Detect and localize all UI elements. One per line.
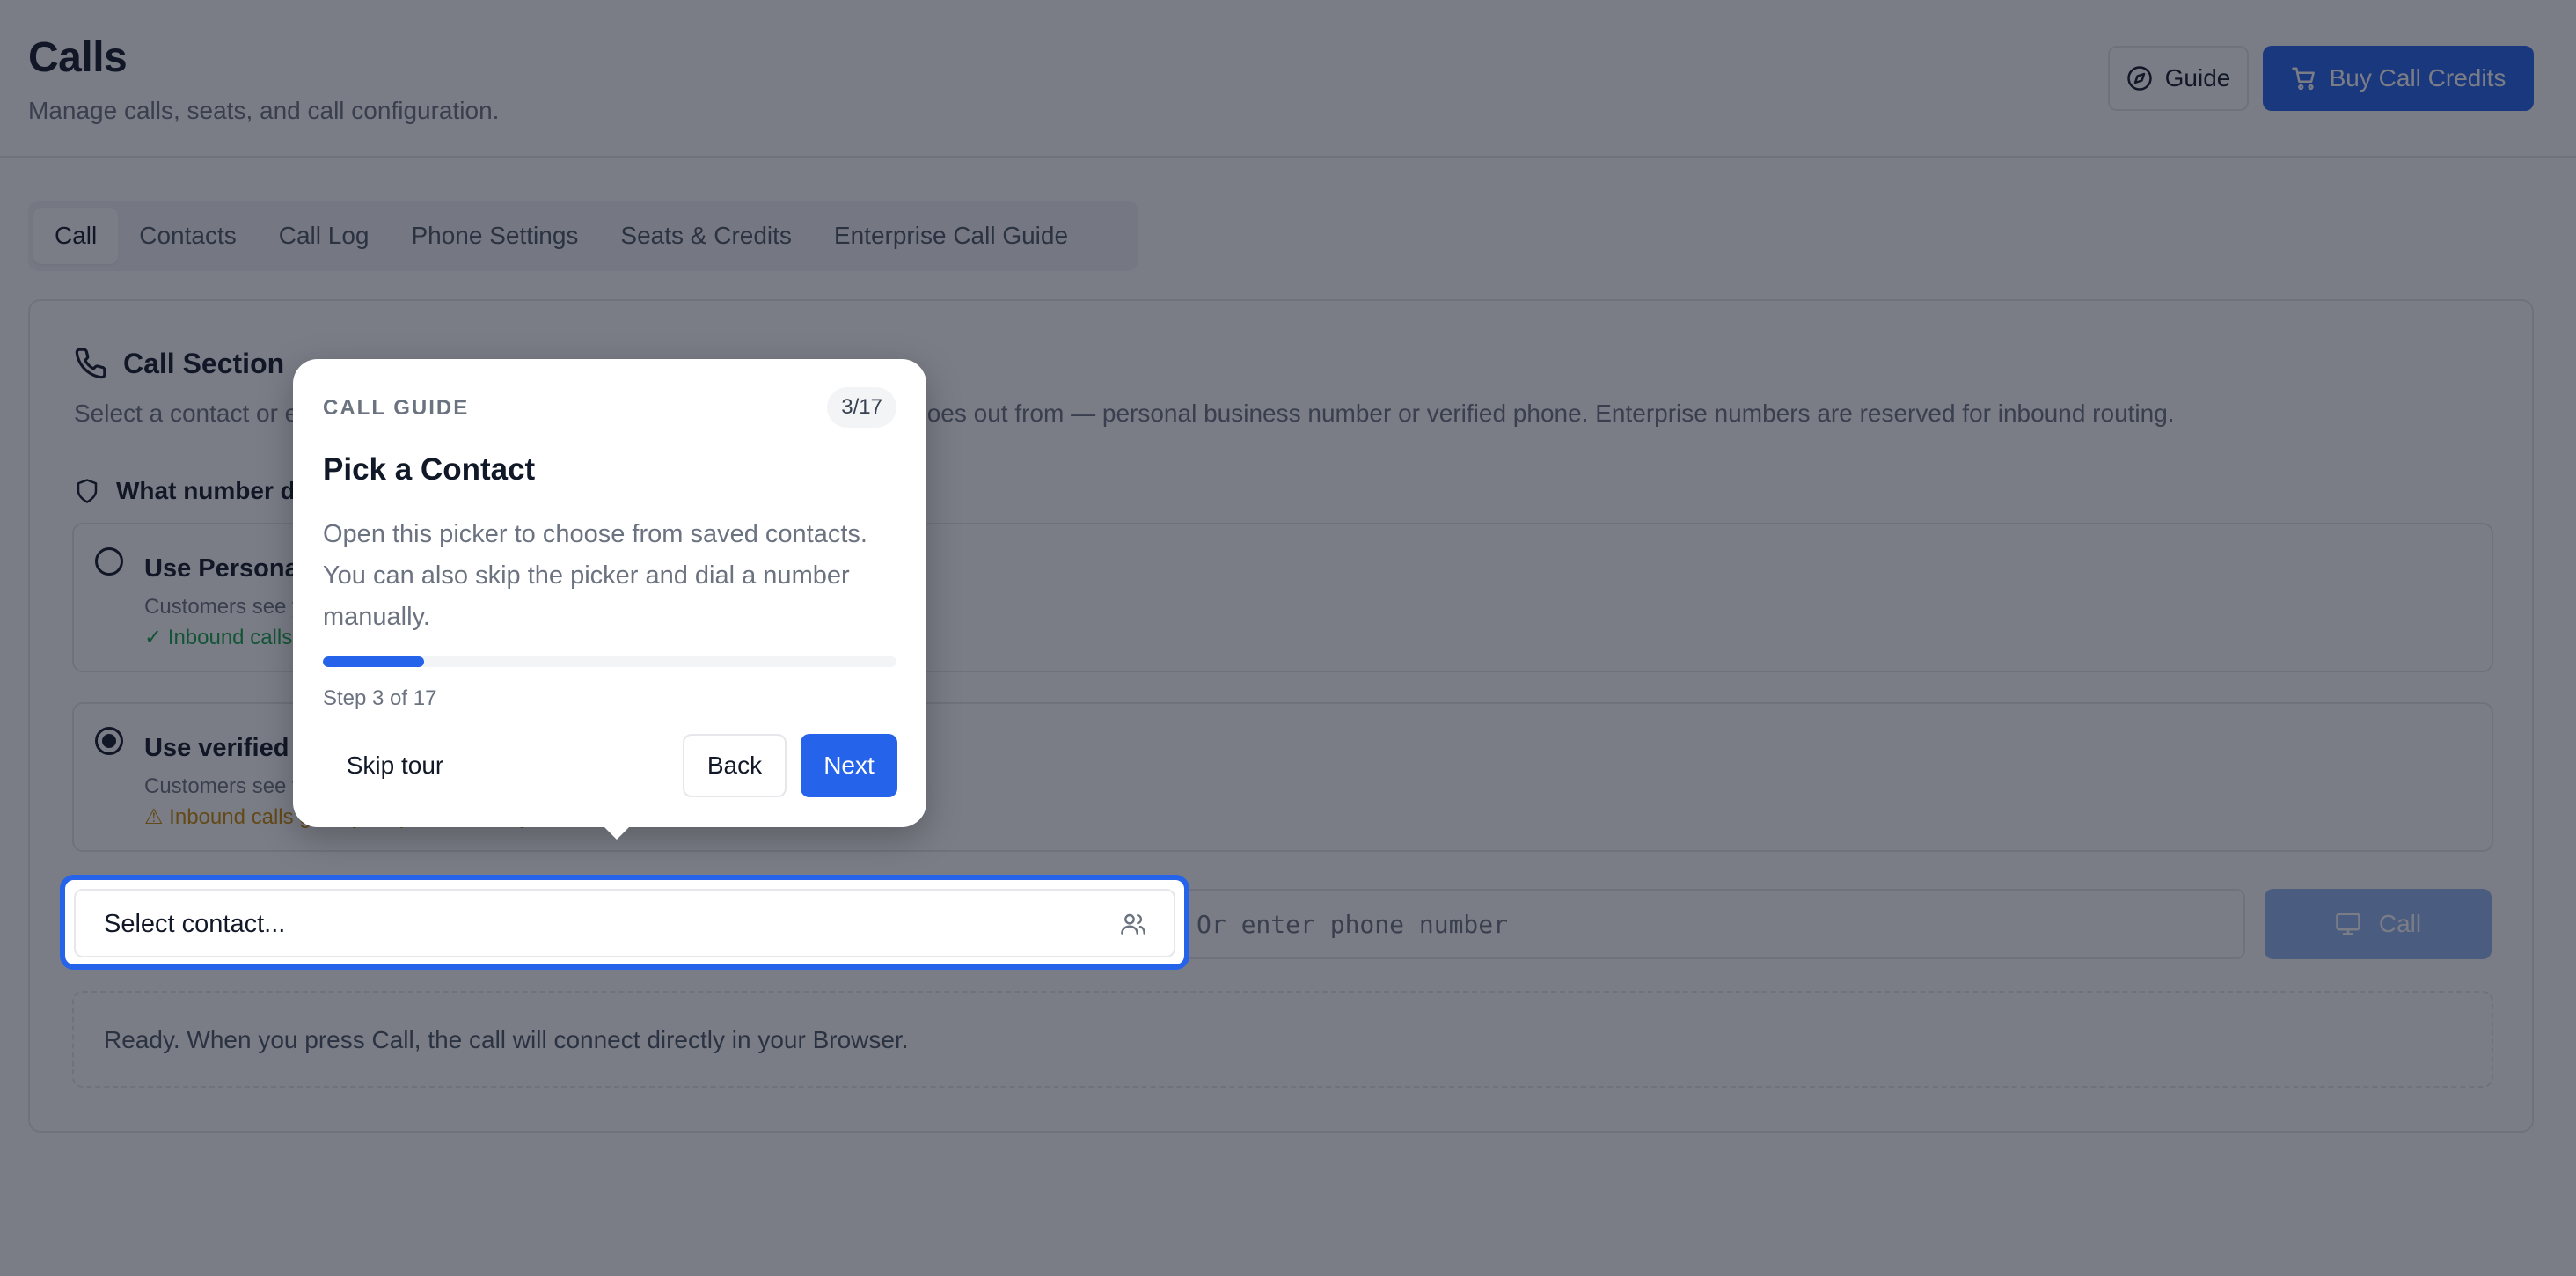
page-title: Calls xyxy=(28,34,128,81)
tab-contacts[interactable]: Contacts xyxy=(118,208,258,264)
tab-call-log[interactable]: Call Log xyxy=(258,208,391,264)
tour-eyebrow: CALL GUIDE xyxy=(323,396,470,420)
page-subtitle: Manage calls, seats, and call configurat… xyxy=(28,97,500,124)
call-status-text: Ready. When you press Call, the call wil… xyxy=(104,1026,909,1053)
phone-icon xyxy=(74,347,107,380)
cart-icon xyxy=(2291,65,2317,92)
tab-phone-settings[interactable]: Phone Settings xyxy=(390,208,599,264)
tour-step-text: Step 3 of 17 xyxy=(323,686,437,710)
buy-call-credits-label: Buy Call Credits xyxy=(2329,64,2506,92)
tab-enterprise-call-guide[interactable]: Enterprise Call Guide xyxy=(813,208,1089,264)
shield-icon xyxy=(74,478,100,504)
tab-seats-credits[interactable]: Seats & Credits xyxy=(599,208,813,264)
tour-progress-fill xyxy=(323,656,425,667)
tour-title: Pick a Contact xyxy=(323,452,536,487)
tour-body: Open this picker to choose from saved co… xyxy=(323,520,867,631)
contact-select[interactable]: Select contact... xyxy=(74,889,1175,957)
tab-bar: Call Contacts Call Log Phone Settings Se… xyxy=(28,201,1138,271)
call-button-label: Call xyxy=(2378,910,2422,937)
radio-personal-number[interactable] xyxy=(95,547,123,576)
phone-number-input[interactable] xyxy=(1174,889,2245,959)
compass-icon xyxy=(2126,65,2153,92)
next-button[interactable]: Next xyxy=(801,734,897,797)
radio-verified-phone[interactable] xyxy=(95,727,123,755)
tab-call[interactable]: Call xyxy=(33,208,119,264)
section-title: Call Section xyxy=(74,347,284,380)
monitor-icon xyxy=(2335,911,2361,937)
contact-select-label: Select contact... xyxy=(104,910,286,938)
tour-popover: CALL GUIDE 3/17 Pick a Contact Open this… xyxy=(293,359,926,840)
contact-picker-highlight: Select contact... xyxy=(60,875,1189,970)
tour-step-badge: 3/17 xyxy=(827,387,896,428)
tour-progress-bar xyxy=(323,656,896,667)
buy-call-credits-button[interactable]: Buy Call Credits xyxy=(2263,46,2534,111)
call-status-box: Ready. When you press Call, the call wil… xyxy=(72,991,2493,1088)
section-title-text: Call Section xyxy=(123,347,285,379)
call-button[interactable]: Call xyxy=(2265,889,2492,959)
back-button[interactable]: Back xyxy=(683,734,787,797)
guide-button[interactable]: Guide xyxy=(2108,46,2249,111)
skip-tour-button[interactable]: Skip tour xyxy=(323,734,467,797)
guide-button-label: Guide xyxy=(2164,64,2231,92)
page-header: Calls Manage calls, seats, and call conf… xyxy=(0,0,2576,158)
users-icon xyxy=(1119,910,1147,938)
